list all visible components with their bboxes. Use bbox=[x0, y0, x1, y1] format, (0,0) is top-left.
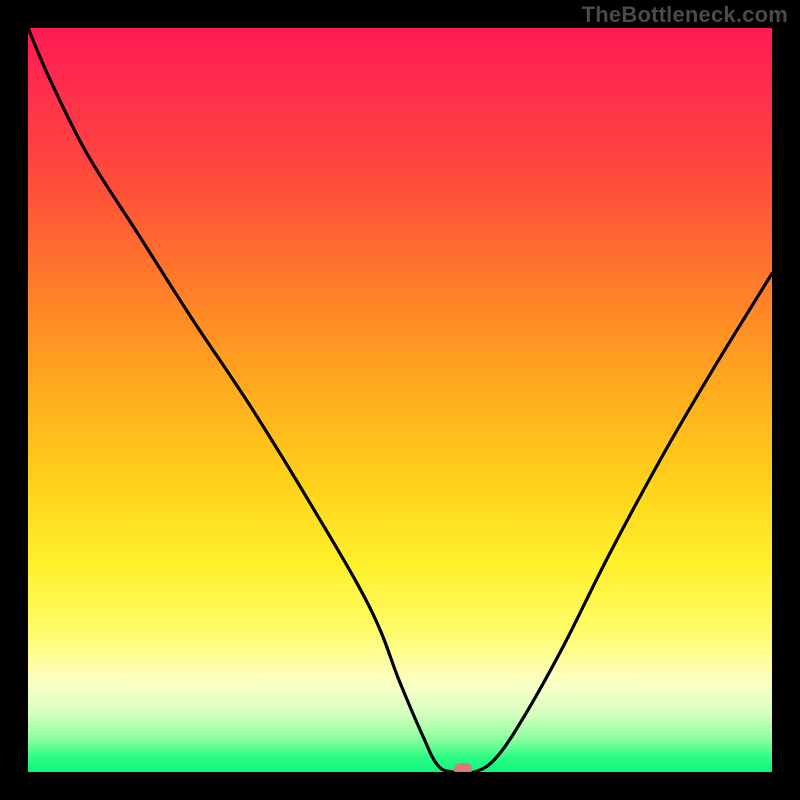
optimal-marker bbox=[454, 763, 472, 772]
watermark-text: TheBottleneck.com bbox=[582, 2, 788, 28]
chart-frame: TheBottleneck.com bbox=[0, 0, 800, 800]
plot-area bbox=[28, 28, 772, 772]
bottleneck-curve bbox=[28, 28, 772, 772]
